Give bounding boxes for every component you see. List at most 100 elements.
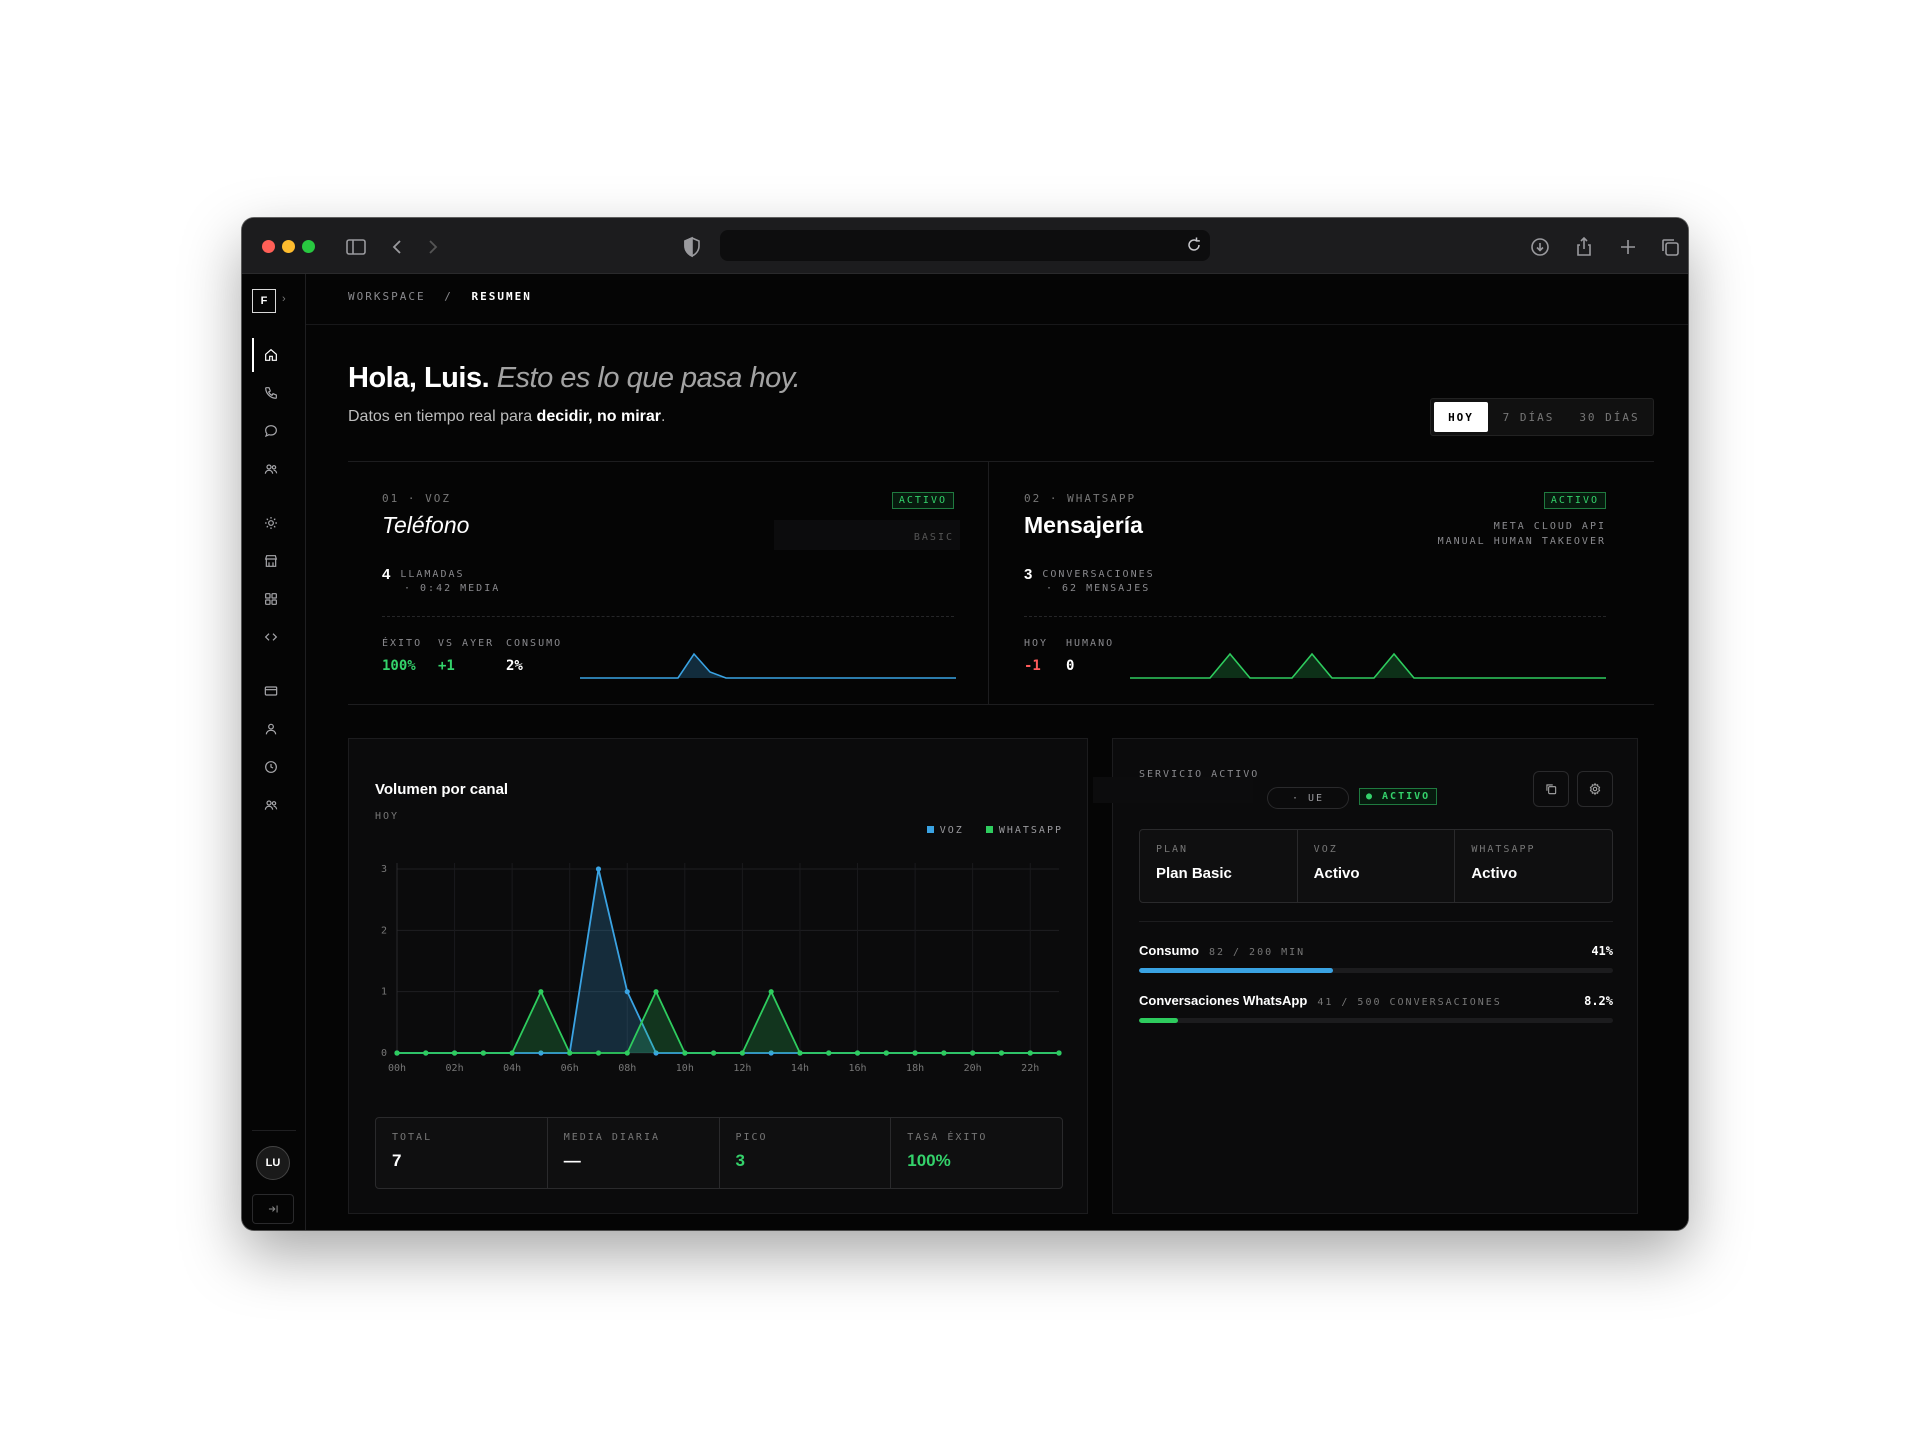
sidebar-item-messages[interactable] [258,418,284,444]
sidebar-item-contacts[interactable] [258,456,284,482]
data-point-whatsapp [567,1050,573,1056]
browser-toolbar [242,218,1688,274]
breadcrumb-root[interactable]: WORKSPACE [348,290,426,303]
stat-label: TOTAL [392,1132,433,1143]
service-summary: PLAN Plan Basic VOZ Activo WHATSAPP Acti… [1139,829,1613,903]
sidebar-item-history[interactable] [258,754,284,780]
voice-sparkline [580,652,956,679]
data-point-whatsapp [739,1050,745,1056]
sidebar-item-account[interactable] [258,716,284,742]
close-window-button[interactable] [262,240,275,253]
volume-chart: 0 1 2 3 00h 02h 04h 06h 08h 10h 12h 14h 16h 18h 20h 22h [381,863,1062,1074]
stat-label-vs-yesterday: VS AYER [438,638,495,649]
main-content: WORKSPACE / RESUMEN Hola, Luis. Esto es … [306,274,1688,1230]
stat-value-consumption: 2% [506,658,523,674]
volume-panel: Volumen por canal HOY VOZ WHATSAPP 01230… [348,738,1088,1214]
share-icon[interactable] [1572,235,1596,259]
logout-button[interactable] [252,1194,294,1224]
summary-label: WHATSAPP [1471,844,1536,855]
sidebar-item-home[interactable] [258,342,284,368]
settings-button[interactable] [1577,771,1613,807]
data-point-voz [595,866,602,872]
data-point-whatsapp [451,1050,458,1056]
stat-value-success: 100% [382,658,416,674]
usage-fill [1139,968,1334,973]
status-badge: ACTIVO [891,492,954,509]
users-icon [264,464,278,474]
voice-channel-card[interactable]: 01 · VOZ Teléfono ACTIVO BASIC 4 LLAMADAS… [382,462,960,704]
breadcrumb-current: RESUMEN [471,290,532,303]
sun-icon [265,517,277,529]
new-tab-icon[interactable] [1616,235,1640,259]
data-point-whatsapp [423,1050,429,1056]
sidebar-toggle-icon[interactable] [344,235,368,259]
app-sidebar: F › LU [242,274,306,1230]
x-tick-label: 10h [676,1063,694,1074]
data-point-whatsapp [624,1050,630,1056]
data-point-whatsapp [538,989,544,995]
legend-swatch-whatsapp [985,826,993,833]
avatar[interactable]: LU [256,1146,290,1180]
stat-value: 100% [907,1151,951,1170]
x-tick-label: 16h [848,1063,866,1074]
legend-label-voz: VOZ [939,825,964,836]
usage-minutes: Consumo 82 / 200 MIN 41% [1139,943,1613,973]
series-area-voz [397,869,1059,1053]
range-option-7-days[interactable]: 7 DÍAS [1488,402,1569,432]
summary-cell-whatsapp: WHATSAPP Activo [1455,830,1612,902]
sidebar-item-team[interactable] [258,792,284,818]
conversations-count-value: 3 [1024,566,1033,583]
summary-label: PLAN [1156,844,1189,855]
sidebar-item-developer[interactable] [258,624,284,650]
data-point-whatsapp [595,1050,602,1056]
address-bar[interactable] [720,230,1210,261]
y-tick-label: 2 [381,925,387,936]
maximize-window-button[interactable] [302,240,315,253]
download-icon[interactable] [1528,235,1552,259]
sidebar-item-ai[interactable] [258,510,284,536]
calls-count-unit: LLAMADAS [400,569,465,580]
conversations-count-unit: CONVERSACIONES [1042,569,1155,580]
store-icon [264,555,278,567]
data-point-whatsapp [854,1050,861,1056]
chevron-right-icon[interactable]: › [282,293,286,305]
summary-value: Plan Basic [1156,865,1232,882]
panel-title: Volumen por canal [375,781,509,798]
whatsapp-sparkline [1130,652,1606,679]
grid-icon [265,593,277,605]
minimize-window-button[interactable] [282,240,295,253]
logout-icon [268,1205,278,1213]
reload-icon[interactable] [1184,235,1204,255]
sidebar-item-integrations[interactable] [258,586,284,612]
stat-value: 7 [392,1151,402,1170]
tabs-overview-icon[interactable] [1658,235,1682,259]
x-tick-label: 08h [618,1063,636,1074]
range-option-30-days[interactable]: 30 DÍAS [1569,402,1650,432]
forward-icon[interactable] [420,235,444,259]
sidebar-item-calls[interactable] [258,380,284,406]
redacted-area [1093,777,1253,803]
series-line-voz [397,868,1059,1054]
service-region-chip[interactable]: · UE [1267,787,1349,809]
copy-button[interactable] [1533,771,1569,807]
channel-provider-meta: META CLOUD API MANUAL HUMAN TAKEOVER [1438,519,1606,549]
sidebar-item-business[interactable] [258,548,284,574]
stat-value-vs-yesterday: +1 [438,658,455,674]
meta-provider: META CLOUD API [1493,521,1606,532]
team-icon [264,800,278,810]
x-tick-label: 18h [906,1063,924,1074]
whatsapp-sparkline-line [1130,652,1606,679]
stat-value: 3 [735,1151,745,1170]
range-option-today[interactable]: HOY [1434,402,1488,432]
data-point-whatsapp [883,1050,889,1056]
sidebar-item-billing[interactable] [258,678,284,704]
channel-index: 01 · VOZ [382,492,451,505]
shield-icon[interactable] [680,235,704,259]
calls-count: 4 LLAMADAS [382,566,465,583]
x-tick-label: 12h [733,1063,751,1074]
brand-logo[interactable]: F [252,289,276,313]
back-icon[interactable] [386,235,410,259]
volume-stats: TOTAL 7 MEDIA DIARIA — PICO 3 TASA ÉXITO… [375,1117,1063,1189]
stat-label-today: HOY [1024,638,1049,649]
whatsapp-channel-card[interactable]: 02 · WHATSAPP Mensajería ACTIVO META CLO… [1024,462,1606,704]
